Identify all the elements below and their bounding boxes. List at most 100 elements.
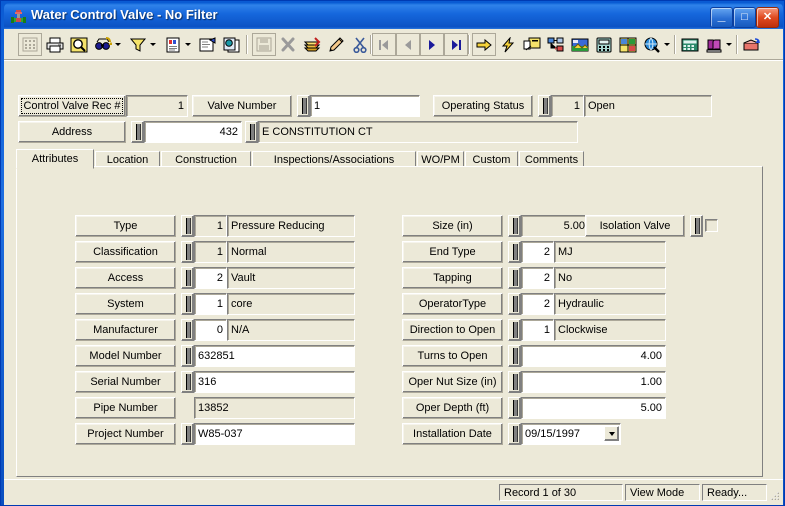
workorder-icon[interactable] bbox=[520, 33, 544, 56]
tapping-code[interactable]: 2 bbox=[521, 267, 554, 289]
oper-nut-size-in-button[interactable]: Oper Nut Size (in) bbox=[402, 371, 503, 393]
oper-nut-size-in-value[interactable]: 1.00 bbox=[521, 371, 666, 393]
isolation-valve-spinner[interactable] bbox=[690, 215, 703, 237]
find-dropdown-arrow[interactable] bbox=[112, 33, 123, 56]
system-spinner[interactable] bbox=[181, 293, 194, 315]
address-number-spinner[interactable] bbox=[131, 121, 144, 143]
serial-number-value[interactable]: 316 bbox=[194, 371, 355, 393]
type-code: 1 bbox=[194, 215, 227, 237]
save-icon[interactable] bbox=[252, 33, 276, 56]
oper-depth-ft-spinner[interactable] bbox=[508, 397, 521, 419]
access-code[interactable]: 2 bbox=[194, 267, 227, 289]
hierarchy-icon[interactable] bbox=[544, 33, 568, 56]
type-spinner[interactable] bbox=[181, 215, 194, 237]
print-icon[interactable] bbox=[43, 33, 67, 56]
operatortype-spinner[interactable] bbox=[508, 293, 521, 315]
direction-to-open-code[interactable]: 1 bbox=[521, 319, 554, 341]
edit-icon[interactable] bbox=[324, 33, 348, 56]
installation-date-dropdown-arrow[interactable] bbox=[604, 426, 619, 441]
serial-number-button[interactable]: Serial Number bbox=[75, 371, 176, 393]
print-preview-icon[interactable] bbox=[67, 33, 91, 56]
oper-nut-size-in-spinner[interactable] bbox=[508, 371, 521, 393]
size-in-spinner[interactable] bbox=[508, 215, 521, 237]
goto-icon[interactable] bbox=[472, 33, 496, 56]
size-in-button[interactable]: Size (in) bbox=[402, 215, 503, 237]
maximize-button[interactable]: □ bbox=[733, 7, 756, 28]
manufacturer-button[interactable]: Manufacturer bbox=[75, 319, 176, 341]
serial-number-spinner[interactable] bbox=[181, 371, 194, 393]
report-dropdown-arrow[interactable] bbox=[182, 33, 193, 56]
gis-icon[interactable] bbox=[616, 33, 640, 56]
project-number-spinner[interactable] bbox=[181, 423, 194, 445]
end-type-button[interactable]: End Type bbox=[402, 241, 503, 263]
resize-grip[interactable] bbox=[767, 489, 781, 503]
first-record-icon[interactable] bbox=[372, 33, 396, 56]
operatortype-code[interactable]: 2 bbox=[521, 293, 554, 315]
valve-number-spinner[interactable] bbox=[297, 95, 310, 117]
close-button[interactable]: ✕ bbox=[756, 7, 779, 28]
exit-icon[interactable] bbox=[740, 33, 764, 56]
address-street-spinner[interactable] bbox=[245, 121, 258, 143]
isolation-valve-button[interactable]: Isolation Valve bbox=[585, 215, 685, 237]
installation-date-button[interactable]: Installation Date bbox=[402, 423, 503, 445]
access-spinner[interactable] bbox=[181, 267, 194, 289]
next-record-icon[interactable] bbox=[420, 33, 444, 56]
copy-records-icon[interactable] bbox=[220, 33, 244, 56]
delete-icon[interactable] bbox=[276, 33, 300, 56]
status-bar: Record 1 of 30 View Mode Ready... bbox=[4, 479, 783, 505]
end-type-spinner[interactable] bbox=[508, 241, 521, 263]
end-type-code[interactable]: 2 bbox=[521, 241, 554, 263]
tapping-button[interactable]: Tapping bbox=[402, 267, 503, 289]
operating-status-button[interactable]: Operating Status bbox=[433, 95, 533, 117]
turns-to-open-value[interactable]: 4.00 bbox=[521, 345, 666, 367]
status-mode: View Mode bbox=[625, 484, 700, 501]
lightning-icon[interactable] bbox=[496, 33, 520, 56]
turns-to-open-spinner[interactable] bbox=[508, 345, 521, 367]
cut-icon[interactable] bbox=[348, 33, 372, 56]
oper-depth-ft-button[interactable]: Oper Depth (ft) bbox=[402, 397, 503, 419]
turns-to-open-button[interactable]: Turns to Open bbox=[402, 345, 503, 367]
classification-code: 1 bbox=[194, 241, 227, 263]
filter-dropdown-arrow[interactable] bbox=[147, 33, 158, 56]
undo-icon[interactable] bbox=[300, 33, 324, 56]
valve-number-value[interactable]: 1 bbox=[310, 95, 420, 117]
operating-status-spinner[interactable] bbox=[538, 95, 551, 117]
system-button[interactable]: System bbox=[75, 293, 176, 315]
classification-button[interactable]: Classification bbox=[75, 241, 176, 263]
direction-to-open-button[interactable]: Direction to Open bbox=[402, 319, 503, 341]
manufacturer-code[interactable]: 0 bbox=[194, 319, 227, 341]
tab-attributes[interactable]: Attributes bbox=[16, 149, 94, 169]
title-bar[interactable]: Water Control Valve - No Filter _ □ ✕ bbox=[4, 3, 783, 29]
phone-icon[interactable] bbox=[592, 33, 616, 56]
address-number-value[interactable]: 432 bbox=[144, 121, 242, 143]
grid-view-icon[interactable] bbox=[18, 33, 42, 56]
oper-depth-ft-value[interactable]: 5.00 bbox=[521, 397, 666, 419]
classification-spinner[interactable] bbox=[181, 241, 194, 263]
last-record-icon[interactable] bbox=[444, 33, 468, 56]
globe-search-dropdown-arrow[interactable] bbox=[661, 33, 672, 56]
help-dropdown-arrow[interactable] bbox=[723, 33, 734, 56]
model-number-value[interactable]: 632851 bbox=[194, 345, 355, 367]
direction-to-open-spinner[interactable] bbox=[508, 319, 521, 341]
calculator-icon[interactable] bbox=[678, 33, 702, 56]
project-number-value[interactable]: W85-037 bbox=[194, 423, 355, 445]
query-icon[interactable] bbox=[196, 33, 220, 56]
valve-number-button[interactable]: Valve Number bbox=[192, 95, 292, 117]
tapping-spinner[interactable] bbox=[508, 267, 521, 289]
access-button[interactable]: Access bbox=[75, 267, 176, 289]
pipe-number-button[interactable]: Pipe Number bbox=[75, 397, 176, 419]
minimize-button[interactable]: _ bbox=[710, 7, 733, 28]
project-number-button[interactable]: Project Number bbox=[75, 423, 176, 445]
manufacturer-spinner[interactable] bbox=[181, 319, 194, 341]
model-number-spinner[interactable] bbox=[181, 345, 194, 367]
type-button[interactable]: Type bbox=[75, 215, 176, 237]
installation-date-spinner[interactable] bbox=[508, 423, 521, 445]
operatortype-button[interactable]: OperatorType bbox=[402, 293, 503, 315]
control-valve-rec-button[interactable]: Control Valve Rec # bbox=[18, 95, 126, 117]
map-icon[interactable] bbox=[568, 33, 592, 56]
isolation-valve-checkbox[interactable] bbox=[705, 219, 718, 232]
model-number-button[interactable]: Model Number bbox=[75, 345, 176, 367]
previous-record-icon[interactable] bbox=[396, 33, 420, 56]
address-button[interactable]: Address bbox=[18, 121, 126, 143]
system-code[interactable]: 1 bbox=[194, 293, 227, 315]
